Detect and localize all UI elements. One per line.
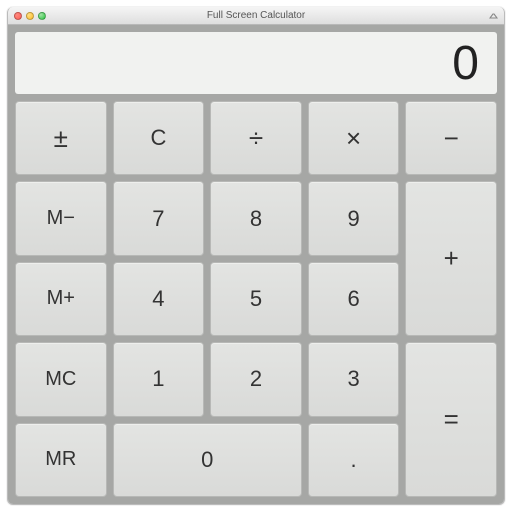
- digit-9-button[interactable]: 9: [308, 181, 400, 255]
- zoom-icon[interactable]: [38, 12, 46, 20]
- plus-button[interactable]: +: [405, 181, 497, 336]
- digit-6-button[interactable]: 6: [308, 262, 400, 336]
- keypad: ± C ÷ × − M− 7 8 9 + M+ 4 5 6 MC 1 2 3 =…: [15, 101, 497, 497]
- window-title: Full Screen Calculator: [8, 10, 504, 21]
- digit-4-button[interactable]: 4: [113, 262, 205, 336]
- memory-plus-button[interactable]: M+: [15, 262, 107, 336]
- divide-button[interactable]: ÷: [210, 101, 302, 175]
- app-window: Full Screen Calculator 0 ± C ÷ × − M− 7 …: [7, 7, 505, 505]
- equals-button[interactable]: =: [405, 342, 497, 497]
- minimize-icon[interactable]: [26, 12, 34, 20]
- decimal-button[interactable]: .: [308, 423, 400, 497]
- display-value: 0: [452, 36, 479, 91]
- digit-3-button[interactable]: 3: [308, 342, 400, 416]
- window-controls: [14, 12, 46, 20]
- titlebar: Full Screen Calculator: [8, 7, 504, 25]
- display: 0: [15, 32, 497, 94]
- minus-button[interactable]: −: [405, 101, 497, 175]
- close-icon[interactable]: [14, 12, 22, 20]
- plus-minus-button[interactable]: ±: [15, 101, 107, 175]
- memory-recall-button[interactable]: MR: [15, 423, 107, 497]
- digit-8-button[interactable]: 8: [210, 181, 302, 255]
- digit-2-button[interactable]: 2: [210, 342, 302, 416]
- fullscreen-icon[interactable]: [488, 12, 498, 20]
- digit-0-button[interactable]: 0: [113, 423, 302, 497]
- digit-5-button[interactable]: 5: [210, 262, 302, 336]
- digit-1-button[interactable]: 1: [113, 342, 205, 416]
- memory-clear-button[interactable]: MC: [15, 342, 107, 416]
- digit-7-button[interactable]: 7: [113, 181, 205, 255]
- memory-minus-button[interactable]: M−: [15, 181, 107, 255]
- clear-button[interactable]: C: [113, 101, 205, 175]
- calculator-body: 0 ± C ÷ × − M− 7 8 9 + M+ 4 5 6 MC 1 2 3…: [8, 25, 504, 504]
- multiply-button[interactable]: ×: [308, 101, 400, 175]
